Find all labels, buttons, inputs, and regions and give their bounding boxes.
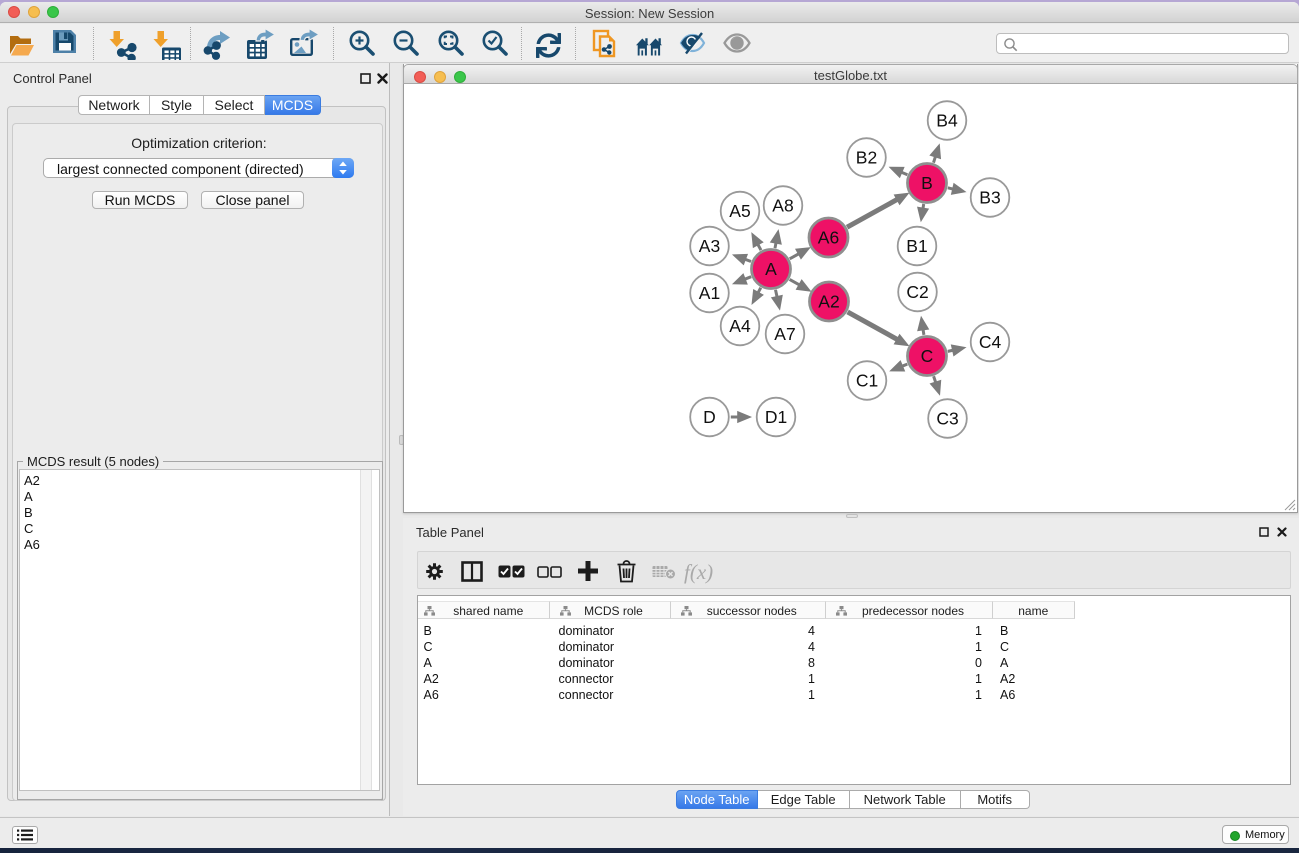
svg-text:A: A: [765, 259, 777, 279]
svg-text:B1: B1: [906, 236, 927, 256]
svg-text:C1: C1: [856, 371, 878, 391]
svg-text:A5: A5: [729, 201, 750, 221]
svg-text:B4: B4: [936, 111, 958, 131]
svg-text:D1: D1: [765, 407, 787, 427]
svg-text:A8: A8: [772, 196, 793, 216]
svg-text:A3: A3: [699, 236, 720, 256]
svg-text:A2: A2: [818, 292, 839, 312]
svg-text:C2: C2: [906, 282, 928, 302]
svg-text:B: B: [921, 173, 933, 193]
svg-text:A4: A4: [729, 316, 751, 336]
svg-text:A1: A1: [699, 283, 720, 303]
svg-text:A7: A7: [774, 324, 795, 344]
svg-text:B3: B3: [979, 188, 1000, 208]
svg-text:B2: B2: [856, 148, 877, 168]
svg-text:D: D: [703, 407, 716, 427]
svg-text:C: C: [921, 346, 934, 366]
svg-text:C4: C4: [979, 332, 1002, 352]
svg-text:C3: C3: [936, 409, 958, 429]
svg-text:A6: A6: [818, 228, 839, 248]
